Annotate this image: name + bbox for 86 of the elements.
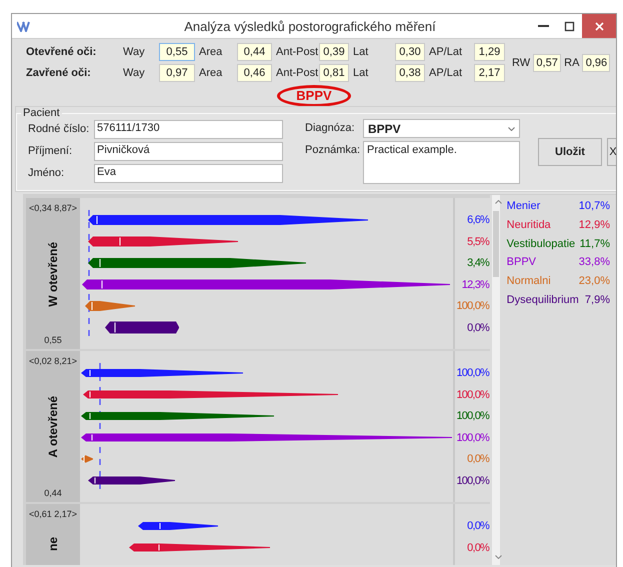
percent-value: 100,0% bbox=[456, 430, 490, 446]
legend-label: BPPV bbox=[506, 256, 538, 270]
percent-value: 0,0% bbox=[467, 320, 490, 336]
field-label: Area bbox=[198, 46, 224, 58]
close-form-button[interactable]: X bbox=[607, 138, 616, 166]
field-label: RA bbox=[563, 56, 580, 68]
field-label: Way bbox=[123, 67, 146, 79]
field-label: Diagnóza: bbox=[305, 121, 356, 136]
panel-title: ne bbox=[46, 536, 60, 551]
percent-value: 0,0% bbox=[467, 540, 490, 556]
legend-value: 7,9% bbox=[584, 294, 610, 308]
range-label: <0,61 2,17> bbox=[28, 509, 78, 519]
app-icon bbox=[17, 20, 30, 32]
value-field[interactable]: 0,39 bbox=[319, 43, 349, 61]
maximize-icon bbox=[564, 20, 574, 32]
range-label: <0,02 8,21> bbox=[28, 356, 78, 366]
value-field[interactable]: 1,29 bbox=[474, 43, 505, 61]
input-field[interactable]: Eva bbox=[94, 164, 283, 183]
value-field[interactable]: 2,17 bbox=[474, 64, 505, 82]
legend-value: 10,7% bbox=[578, 200, 610, 214]
field-label: Poznámka: bbox=[305, 143, 362, 158]
field-label: Ant-Post bbox=[275, 46, 319, 58]
legend-label: Menier bbox=[506, 200, 542, 214]
percent-value: 6,6% bbox=[467, 213, 490, 228]
legend-label: Dysequilibrium bbox=[506, 294, 579, 308]
input-field[interactable]: Pivničková bbox=[94, 142, 283, 161]
field-label: Příjmení: bbox=[28, 144, 74, 159]
scrollbar[interactable] bbox=[492, 195, 500, 565]
window-title: Analýza výsledků postorografického měření bbox=[183, 18, 437, 34]
scroll-down-icon[interactable] bbox=[495, 555, 502, 559]
input-field[interactable]: 576111/1730 bbox=[94, 120, 283, 139]
group-title: Pacient bbox=[22, 107, 61, 119]
legend-label: Neuritida bbox=[506, 218, 552, 233]
percent-value: 3,4% bbox=[467, 256, 490, 271]
percent-value: 100,0% bbox=[456, 474, 490, 488]
field-label: Rodné číslo: bbox=[28, 122, 90, 137]
panel-title: A otevřené bbox=[46, 396, 60, 458]
field-label: Jméno: bbox=[28, 166, 66, 181]
legend-value: 23,0% bbox=[578, 275, 610, 290]
percent-value: 0,0% bbox=[467, 519, 490, 534]
field-label: Lat bbox=[352, 67, 370, 79]
diagnosis-dropdown[interactable]: BPPV bbox=[363, 119, 520, 138]
axis-value: 0,44 bbox=[44, 488, 62, 498]
percent-value: 100,0% bbox=[456, 366, 490, 381]
value-field[interactable]: 0,81 bbox=[319, 64, 349, 82]
field-label: Lat bbox=[352, 46, 370, 58]
field-label: RW bbox=[511, 56, 532, 68]
percent-value: 100,0% bbox=[456, 388, 490, 402]
distribution-bar bbox=[85, 301, 135, 311]
field-label: AP/Lat bbox=[428, 46, 464, 58]
scroll-up-icon[interactable] bbox=[495, 200, 502, 204]
value-field[interactable]: 0,46 bbox=[237, 64, 272, 82]
minimize-icon bbox=[538, 25, 548, 27]
axis-value: 0,55 bbox=[44, 335, 62, 345]
save-button[interactable]: Uložit bbox=[538, 138, 602, 166]
range-label: <0,34 8,87> bbox=[28, 203, 78, 213]
value-field[interactable]: 0,97 bbox=[159, 64, 195, 82]
row-label: Zavřené oči: bbox=[26, 67, 92, 79]
legend-label: Normalni bbox=[506, 275, 552, 290]
legend-label: Vestibulopatie bbox=[506, 238, 576, 252]
legend-value: 11,7% bbox=[578, 238, 610, 252]
legend-value: 33,8% bbox=[578, 256, 610, 270]
value-field[interactable]: 0,96 bbox=[582, 54, 610, 72]
note-field[interactable]: Practical example. bbox=[363, 141, 520, 184]
close-icon bbox=[594, 20, 604, 32]
field-label: Ant-Post bbox=[275, 67, 319, 79]
percent-value: 100,0% bbox=[456, 299, 490, 314]
percent-value: 100,0% bbox=[456, 409, 490, 424]
value-field[interactable]: 0,38 bbox=[395, 64, 425, 82]
percent-value: 12,3% bbox=[462, 278, 490, 292]
caret-icon bbox=[508, 126, 515, 130]
percent-value: 5,5% bbox=[467, 234, 490, 250]
close-button[interactable] bbox=[582, 14, 616, 38]
row-label: Otevřené oči: bbox=[26, 46, 98, 58]
legend-value: 12,9% bbox=[578, 218, 610, 233]
field-label: Way bbox=[123, 46, 146, 58]
value-field[interactable]: 0,30 bbox=[395, 43, 425, 61]
distribution-bar bbox=[81, 455, 93, 463]
value-field[interactable]: 0,57 bbox=[533, 54, 562, 72]
field-label: AP/Lat bbox=[428, 67, 464, 79]
percent-value: 0,0% bbox=[467, 452, 490, 467]
value-field[interactable]: 0,55 bbox=[159, 43, 195, 61]
scrollbar-thumb[interactable] bbox=[493, 211, 499, 277]
panel-title: W otevřené bbox=[46, 242, 60, 306]
field-label: Area bbox=[198, 67, 224, 79]
value-field[interactable]: 0,44 bbox=[237, 43, 272, 61]
